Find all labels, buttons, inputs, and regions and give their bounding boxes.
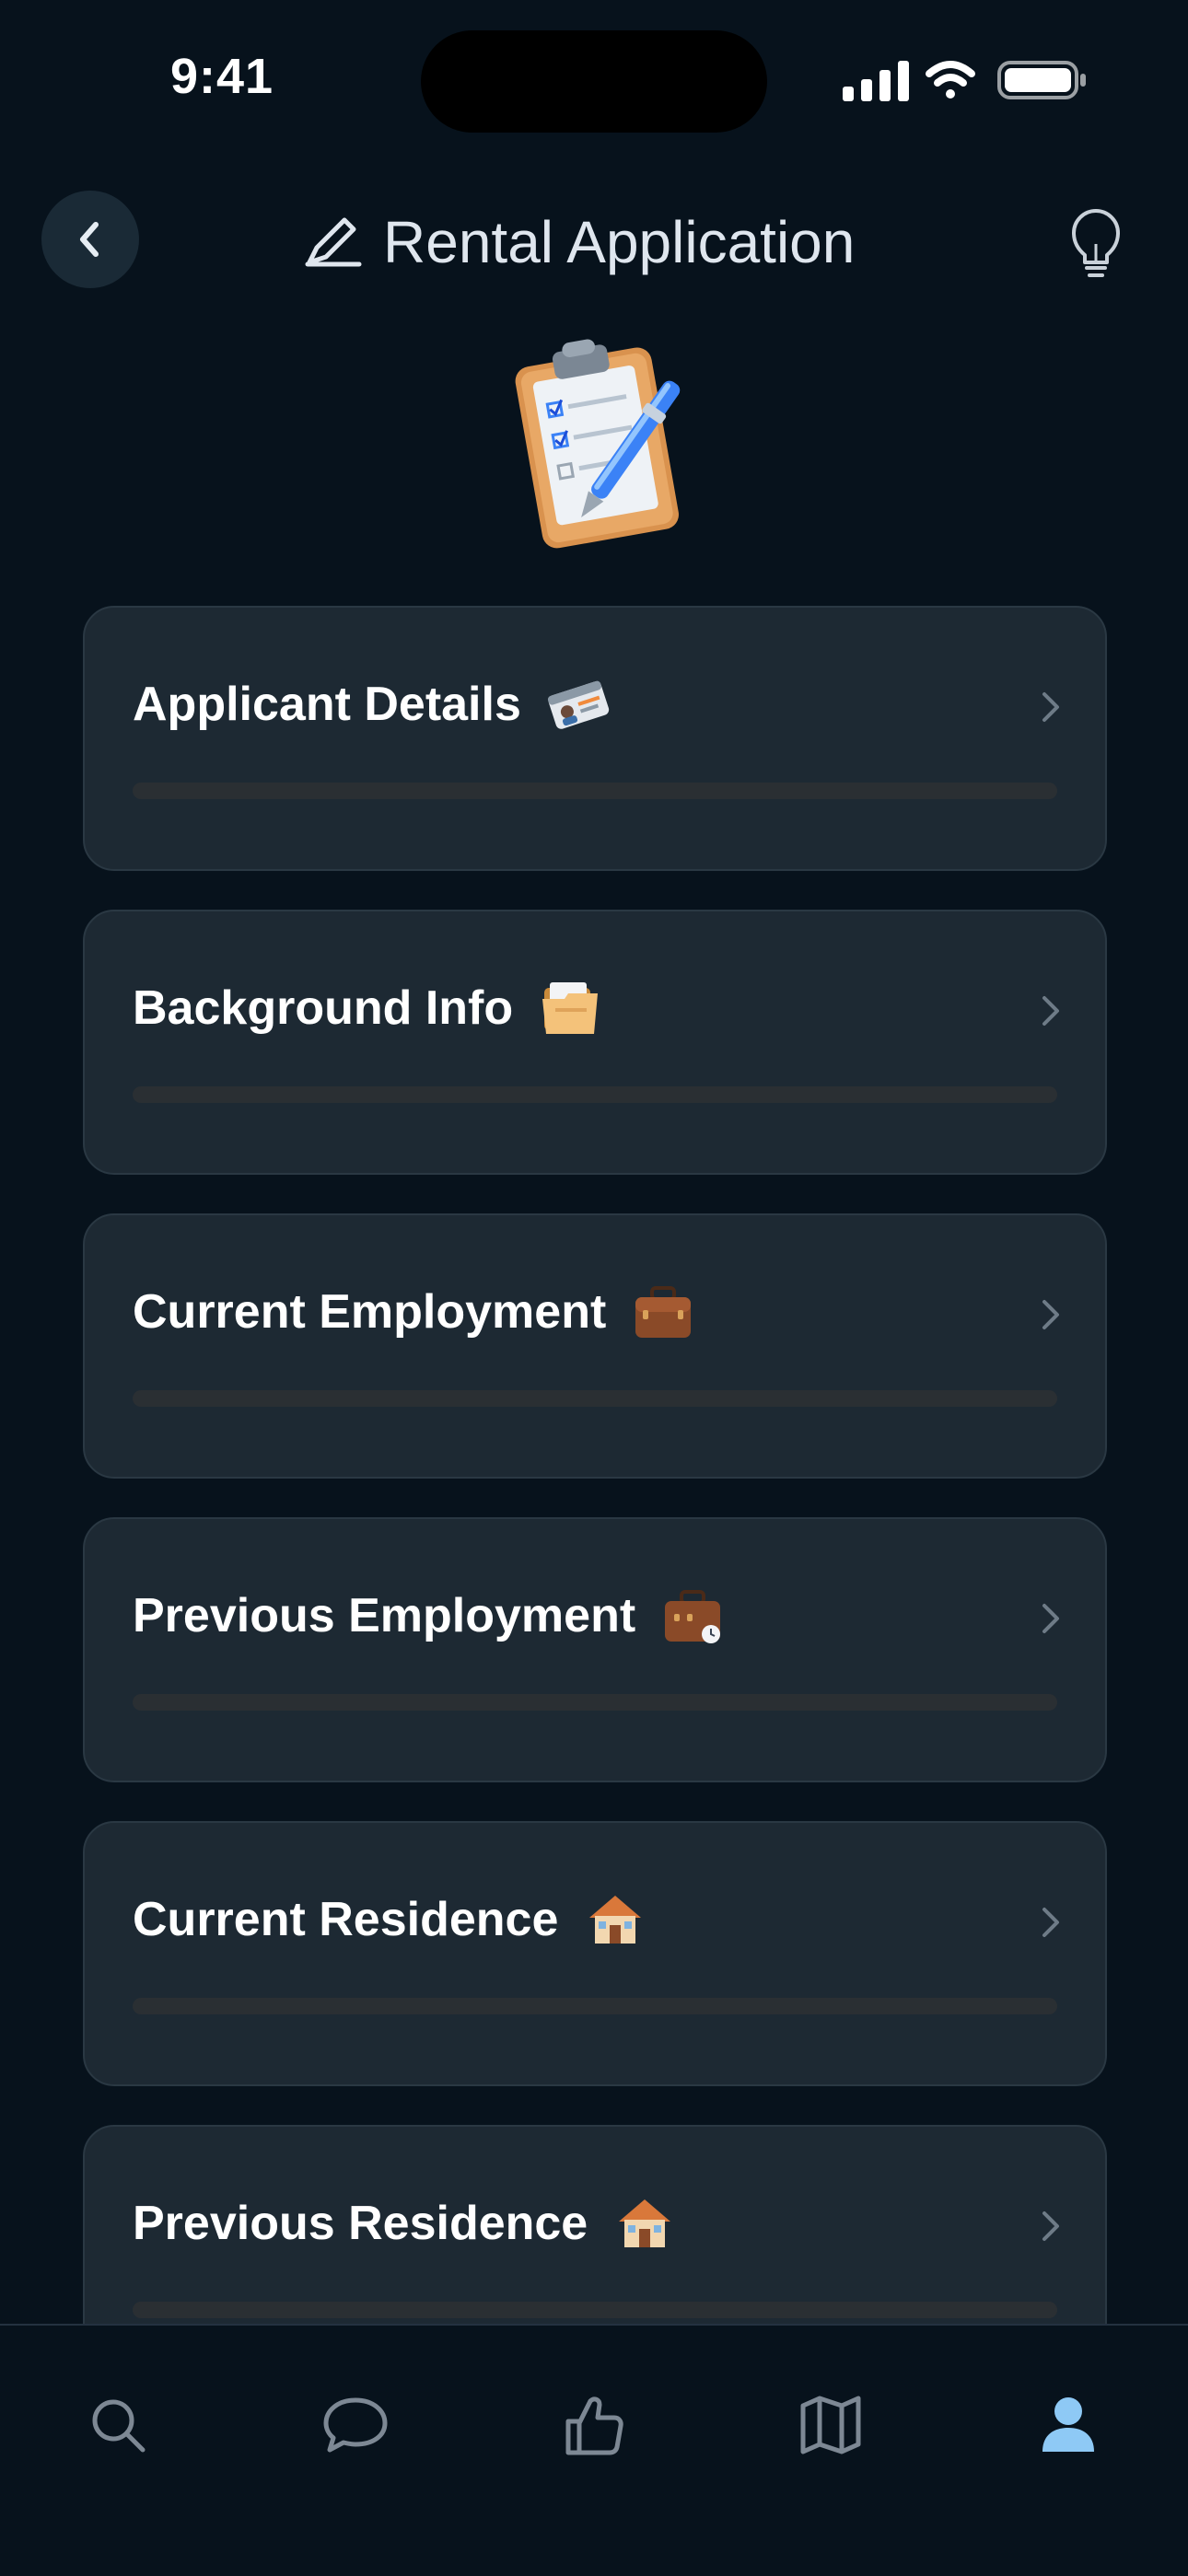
card-title-row: Previous Residence [133,2191,678,2256]
chevron-right-icon [1042,1300,1059,1329]
chevron-right-icon [1042,1604,1059,1633]
hint-button[interactable] [1068,207,1124,285]
card-title-row: Current Employment [133,1280,696,1344]
wifi-icon [926,61,975,99]
tab-messages[interactable] [300,2370,411,2480]
progress-bar [133,2302,1057,2318]
header: Rental Application [0,180,1188,308]
tab-search[interactable] [63,2370,173,2480]
status-time: 9:41 [170,49,274,104]
page-title-text: Rental Application [383,209,856,275]
section-title: Applicant Details [133,678,521,731]
section-card-current-residence[interactable]: Current Residence [83,1821,1107,2086]
section-card-previous-employment[interactable]: Previous Employment [83,1517,1107,1782]
chevron-right-icon [1042,2211,1059,2241]
id-card-icon [547,680,610,729]
chevron-right-icon [1042,996,1059,1026]
section-title: Previous Residence [133,2197,588,2250]
section-title: Background Info [133,981,514,1035]
lightbulb-icon [1072,209,1120,277]
progress-bar [133,1998,1057,2014]
clipboard-icon [515,339,681,549]
chevron-left-icon [80,222,99,257]
progress-bar [133,1086,1057,1103]
cellular-signal-icon [843,61,909,101]
progress-bar [133,1694,1057,1711]
chat-bubble-icon [323,2397,388,2453]
section-card-background-info[interactable]: Background Info [83,910,1107,1175]
thumbs-up-icon [565,2396,623,2455]
card-title-row: Background Info [133,976,603,1040]
tab-map[interactable] [775,2370,886,2480]
section-card-current-employment[interactable]: Current Employment [83,1213,1107,1479]
search-icon [92,2399,146,2453]
hero-illustration [502,336,686,557]
chevron-right-icon [1042,692,1059,722]
house-icon [619,2199,671,2247]
progress-bar [133,783,1057,799]
card-title-row: Current Residence [133,1887,648,1952]
pencil-icon [305,217,362,267]
battery-icon [997,61,1086,99]
house-icon [589,1896,642,1944]
card-title-row: Applicant Details [133,672,611,737]
chevron-right-icon [1042,1908,1059,1937]
back-button[interactable] [41,191,139,288]
status-bar: 9:41 [0,0,1188,138]
progress-bar [133,1390,1057,1407]
tab-bar [0,2324,1188,2576]
page-title: Rental Application [304,205,855,279]
section-title: Previous Employment [133,1589,636,1642]
briefcase-icon [635,1286,692,1338]
briefcase-clock-icon [665,1590,721,1643]
tab-profile[interactable] [1013,2370,1124,2480]
card-title-row: Previous Employment [133,1584,726,1648]
dynamic-island [421,30,767,133]
person-icon [1042,2397,1094,2452]
section-title: Current Residence [133,1893,559,1946]
folder-icon [542,982,599,1034]
tab-favorites[interactable] [538,2370,648,2480]
status-icons [841,57,1089,103]
map-icon [800,2396,861,2454]
section-title: Current Employment [133,1285,607,1339]
section-card-applicant-details[interactable]: Applicant Details [83,606,1107,871]
